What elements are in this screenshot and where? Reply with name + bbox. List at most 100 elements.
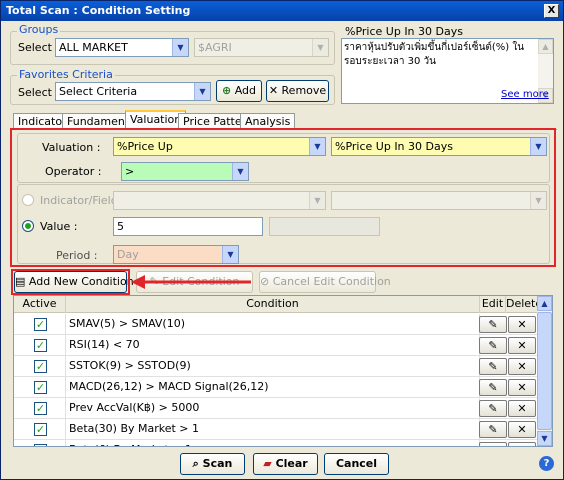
edit-row-button[interactable]: ✎ (479, 379, 507, 396)
clear-button[interactable]: ▰ Clear (253, 453, 318, 475)
delete-row-button[interactable]: ✕ (508, 337, 536, 354)
chevron-down-icon: ▼ (232, 163, 248, 180)
close-icon: ✕ (517, 444, 526, 446)
indicator-select: ▼ (113, 191, 326, 210)
tab-analysis[interactable]: Analysis (240, 113, 296, 129)
scrollbar-thumb[interactable] (537, 312, 552, 430)
close-icon: ✕ (517, 318, 527, 331)
scan-button[interactable]: ⌕ Scan (180, 453, 245, 475)
delete-row-button[interactable]: ✕ (508, 379, 536, 396)
condition-setting-window: Total Scan : Condition Setting X Groups … (0, 0, 564, 480)
pencil-icon: ✎ (488, 423, 498, 436)
delete-row-button[interactable]: ✕ (508, 316, 536, 333)
see-more-link[interactable]: See more (501, 89, 549, 100)
active-cell: ✓ (14, 335, 66, 356)
groups-select-label: Select : (18, 41, 60, 54)
delete-row-button[interactable]: ✕ (508, 400, 536, 417)
active-checkbox[interactable]: ✓ (34, 318, 47, 331)
pencil-icon: ✎ (488, 318, 498, 331)
edit-row-button[interactable]: ✎ (479, 337, 507, 354)
close-button[interactable]: X (544, 4, 559, 18)
valuation-select[interactable]: %Price Up ▼ (113, 137, 326, 156)
delete-row-button[interactable]: ✕ (508, 421, 536, 438)
active-cell: ✓ (14, 440, 66, 446)
scan-label: Scan (202, 457, 233, 470)
chevron-down-icon[interactable]: ▼ (537, 431, 552, 446)
header-edit[interactable]: Edit (480, 296, 506, 313)
market-select[interactable]: ALL MARKET ▼ (55, 38, 189, 57)
active-checkbox[interactable]: ✓ (34, 339, 47, 352)
help-icon[interactable]: ? (539, 456, 554, 471)
table-row[interactable]: ✓ SMAV(5) > SMAV(10) ✎ ✕ (14, 314, 538, 335)
valuation-label: Valuation : (42, 141, 101, 154)
table-row[interactable]: ✓ RSI(14) < 70 ✎ ✕ (14, 335, 538, 356)
delete-cell: ✕ (506, 398, 538, 419)
condition-cell: Beta(30) By Market > 1 (66, 419, 480, 440)
value-input[interactable]: 5 (113, 217, 263, 236)
title-bar: Total Scan : Condition Setting X (1, 1, 563, 21)
value-label: Value : (40, 220, 78, 233)
edit-cell: ✎ (479, 335, 507, 356)
pencil-icon: ✎ (488, 444, 497, 446)
indicator-field-select: ▼ (331, 191, 547, 210)
valuation-select-value: %Price Up (117, 140, 173, 153)
chevron-down-icon: ▼ (194, 83, 210, 100)
header-condition[interactable]: Condition (66, 296, 480, 313)
active-checkbox[interactable]: ✓ (34, 402, 47, 415)
table-scrollbar[interactable]: ▲ ▼ (537, 296, 552, 446)
active-checkbox[interactable]: ✓ (34, 381, 47, 394)
edit-cell: ✎ (479, 440, 507, 446)
pencil-icon: ✎ (488, 360, 498, 373)
cancel-button[interactable]: Cancel (324, 453, 389, 475)
table-row[interactable]: ✓ Prev AccVal(K฿) > 5000 ✎ ✕ (14, 398, 538, 419)
close-icon: ✕ (517, 402, 527, 415)
market-select-value: ALL MARKET (59, 41, 128, 54)
eraser-icon: ▰ (263, 457, 272, 470)
condition-cell: MACD(26,12) > MACD Signal(26,12) (66, 377, 480, 398)
chevron-down-icon: ▼ (530, 138, 546, 155)
chevron-up-icon[interactable]: ▲ (537, 296, 552, 311)
valuation-detail-select[interactable]: %Price Up In 30 Days ▼ (331, 137, 547, 156)
edit-cell: ✎ (479, 356, 507, 377)
table-row[interactable]: ✓ Beta(6) By Market > 1 ✎ ✕ (14, 440, 538, 446)
edit-row-button[interactable]: ✎ (479, 400, 507, 417)
delete-row-button[interactable]: ✕ (508, 358, 536, 375)
condition-cell: Beta(6) By Market > 1 (66, 440, 480, 446)
table-row[interactable]: ✓ Beta(30) By Market > 1 ✎ ✕ (14, 419, 538, 440)
edit-row-button[interactable]: ✎ (479, 316, 507, 333)
remove-criteria-button[interactable]: ✕ Remove (266, 80, 329, 102)
delete-cell: ✕ (506, 335, 538, 356)
criteria-select[interactable]: Select Criteria ▼ (55, 82, 211, 101)
value-unit-field (269, 217, 380, 236)
edit-row-button[interactable]: ✎ (479, 442, 507, 446)
info-panel: ราคาหุ้นปรับตัวเพิ่มขึ้นกี่เปอร์เซ็นต์(%… (341, 38, 554, 104)
header-active[interactable]: Active (14, 296, 66, 313)
delete-row-button[interactable]: ✕ (508, 442, 536, 446)
edit-row-button[interactable]: ✎ (479, 358, 507, 375)
table-row[interactable]: ✓ SSTOK(9) > SSTOD(9) ✎ ✕ (14, 356, 538, 377)
value-radio[interactable] (22, 220, 34, 232)
period-select-value: Day (117, 248, 139, 261)
sector-select: $AGRI ▼ (194, 38, 329, 57)
close-icon: ✕ (517, 360, 527, 373)
chevron-down-icon: ▼ (309, 138, 325, 155)
indicator-radio[interactable] (22, 194, 34, 206)
active-checkbox[interactable]: ✓ (34, 360, 47, 373)
info-title: %Price Up In 30 Days (345, 25, 463, 38)
add-criteria-button[interactable]: ⊕ Add (216, 80, 262, 102)
table-row[interactable]: ✓ MACD(26,12) > MACD Signal(26,12) ✎ ✕ (14, 377, 538, 398)
period-label: Period : (56, 249, 98, 262)
active-cell: ✓ (14, 314, 66, 335)
active-checkbox[interactable]: ✓ (34, 423, 47, 436)
condition-cell: SMAV(5) > SMAV(10) (66, 314, 480, 335)
criteria-select-value: Select Criteria (59, 85, 138, 98)
annotation-arrow (131, 275, 251, 289)
valuation-detail-value: %Price Up In 30 Days (335, 140, 453, 153)
chevron-down-icon: ▼ (530, 192, 546, 209)
header-delete[interactable]: Delete (506, 296, 542, 313)
operator-select[interactable]: > ▼ (121, 162, 249, 181)
edit-row-button[interactable]: ✎ (479, 421, 507, 438)
chevron-up-icon: ▲ (538, 39, 553, 54)
active-checkbox[interactable]: ✓ (34, 444, 47, 446)
pencil-icon: ✎ (488, 402, 498, 415)
